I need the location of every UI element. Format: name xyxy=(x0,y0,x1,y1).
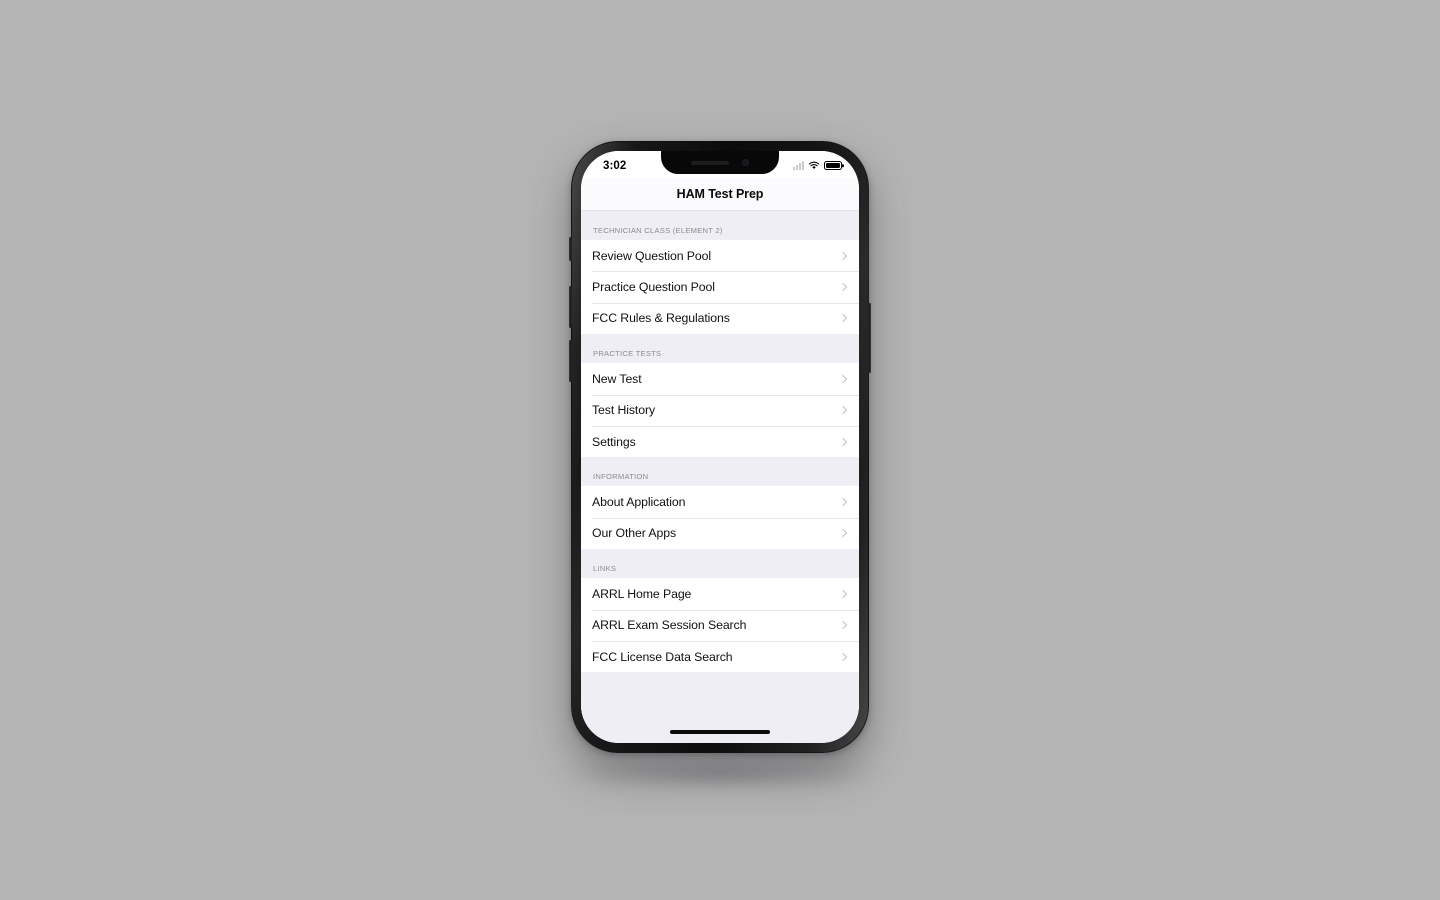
section-header: LINKS xyxy=(581,549,859,579)
section-rows: About Application Our Other Apps xyxy=(581,486,859,550)
speaker-grille-icon xyxy=(691,160,729,165)
chevron-right-icon xyxy=(840,313,847,324)
home-indicator[interactable] xyxy=(670,730,770,734)
battery-level-fill xyxy=(826,162,840,169)
section-header: PRACTICE TESTS xyxy=(581,334,859,364)
list-item-label: ARRL Exam Session Search xyxy=(592,618,747,633)
iphone-device-frame: 3:02 HAM Test Prep TECHNICIAN CLASS (ELE… xyxy=(569,141,871,753)
section-header-label: TECHNICIAN CLASS (ELEMENT 2) xyxy=(593,226,723,235)
settings-list[interactable]: TECHNICIAN CLASS (ELEMENT 2) Review Quest… xyxy=(581,211,859,743)
section-header-label: INFORMATION xyxy=(593,472,649,482)
section-rows: ARRL Home Page ARRL Exam Session Search FC… xyxy=(581,578,859,673)
status-bar-indicators xyxy=(793,160,842,171)
chevron-right-icon xyxy=(840,405,847,416)
chevron-right-icon xyxy=(840,436,847,447)
list-item-label: New Test xyxy=(592,371,642,386)
list-item-label: FCC License Data Search xyxy=(592,649,733,664)
chevron-right-icon xyxy=(840,651,847,662)
volume-up-button[interactable] xyxy=(569,286,572,328)
status-bar-time: 3:02 xyxy=(603,159,627,172)
list-item-label: Review Question Pool xyxy=(592,248,711,263)
list-item[interactable]: ARRL Exam Session Search xyxy=(581,609,859,641)
list-item[interactable]: Test History xyxy=(581,394,859,426)
volume-down-button[interactable] xyxy=(569,340,572,382)
list-item-label: FCC Rules & Regulations xyxy=(592,311,730,326)
power-button[interactable] xyxy=(868,303,871,373)
list-item[interactable]: About Application xyxy=(581,486,859,518)
section-header-label: PRACTICE TESTS xyxy=(593,349,662,359)
list-item[interactable]: Review Question Pool xyxy=(581,240,859,272)
list-item-label: Practice Question Pool xyxy=(592,280,715,295)
list-item-label: ARRL Home Page xyxy=(592,586,692,601)
chevron-right-icon xyxy=(840,528,847,539)
list-item[interactable]: Settings xyxy=(581,425,859,458)
mute-switch[interactable] xyxy=(569,237,572,261)
front-camera-icon xyxy=(742,159,749,166)
list-item[interactable]: FCC Rules & Regulations xyxy=(581,302,859,335)
list-item[interactable]: ARRL Home Page xyxy=(581,578,859,610)
battery-icon xyxy=(824,160,842,171)
section-header-label: LINKS xyxy=(593,564,617,574)
chevron-right-icon xyxy=(840,282,847,293)
device-screen: 3:02 HAM Test Prep TECHNICIAN CLASS (ELE… xyxy=(581,151,859,743)
list-item-label: Settings xyxy=(592,434,636,449)
list-item[interactable]: Our Other Apps xyxy=(581,517,859,550)
page-title: HAM Test Prep xyxy=(676,187,764,201)
chevron-right-icon xyxy=(840,620,847,631)
wifi-icon xyxy=(808,161,820,169)
list-item-label: Test History xyxy=(592,403,656,418)
section-rows: New Test Test History Settings xyxy=(581,363,859,458)
chevron-right-icon xyxy=(840,373,847,384)
list-item[interactable]: FCC License Data Search xyxy=(581,640,859,673)
list-item-label: About Application xyxy=(592,495,686,510)
section-rows: Review Question Pool Practice Question Po… xyxy=(581,240,859,335)
scene-backdrop: 3:02 HAM Test Prep TECHNICIAN CLASS (ELE… xyxy=(0,0,1440,900)
cellular-signal-icon xyxy=(793,161,804,170)
section-header: INFORMATION xyxy=(581,457,859,487)
chevron-right-icon xyxy=(840,250,847,261)
navigation-bar: HAM Test Prep xyxy=(581,178,859,211)
chevron-right-icon xyxy=(840,497,847,508)
list-item[interactable]: Practice Question Pool xyxy=(581,271,859,303)
chevron-right-icon xyxy=(840,588,847,599)
device-notch xyxy=(661,151,779,174)
list-item[interactable]: New Test xyxy=(581,363,859,395)
list-item-label: Our Other Apps xyxy=(592,526,677,541)
home-indicator-area xyxy=(581,722,859,743)
list-bottom-filler xyxy=(581,672,859,722)
section-header: TECHNICIAN CLASS (ELEMENT 2) xyxy=(581,211,859,240)
device-drop-shadow xyxy=(560,756,880,790)
